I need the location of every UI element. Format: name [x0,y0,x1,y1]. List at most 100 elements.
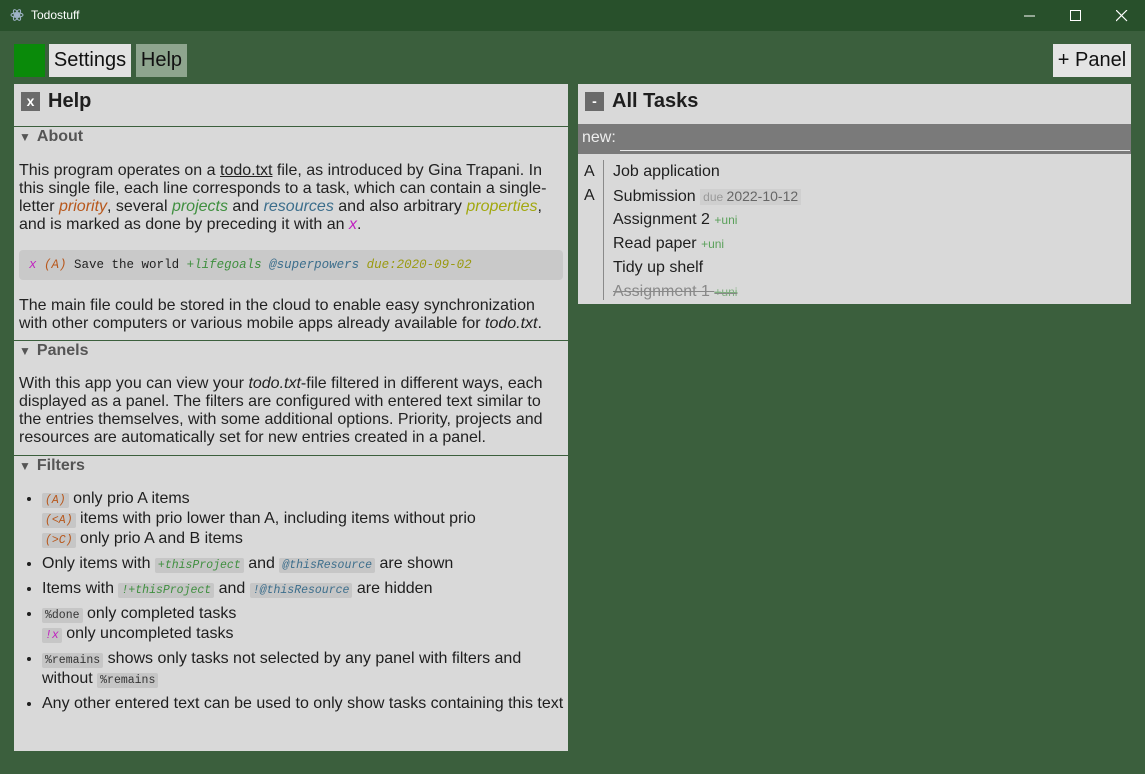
todo-txt-term: todo.txt [485,315,538,332]
minimize-button[interactable] [1007,0,1053,31]
about-heading: About [36,128,84,145]
filter-text: only uncompleted tasks [61,625,234,642]
task-row[interactable]: Assignment 2 +uni [578,208,1131,232]
projects-term: projects [171,198,228,215]
text: This program operates on a [19,162,220,179]
filter-text: are shown [375,555,454,572]
filter-code: (<A) [42,513,76,528]
settings-button[interactable]: Settings [49,44,131,77]
filter-text: only prio A items [68,490,190,507]
properties-term: properties [466,198,538,215]
filter-item-remains: %remains shows only tasks not selected b… [42,650,568,690]
example-done: x [29,258,37,272]
example-project: +lifegoals [186,258,262,272]
close-button[interactable] [1099,0,1145,31]
new-task-label: new: [582,129,616,146]
task-text[interactable]: Job application [613,160,720,184]
collapse-triangle-icon: ▼ [19,459,31,473]
panels-paragraph: With this app you can view your todo.txt… [19,375,563,447]
due-badge: due 2022-10-12 [700,188,802,205]
all-tasks-panel: - All Tasks new: A Job application A Sub… [578,84,1131,304]
panels-section-toggle[interactable]: ▼ Panels [14,341,568,362]
priority-term: priority [59,198,108,215]
maximize-button[interactable] [1053,0,1099,31]
text: and also arbitrary [333,198,467,215]
collapse-panel-button[interactable]: - [585,92,604,111]
text: and [227,198,264,215]
task-text: Submission [613,188,696,205]
filters-list: (A) only prio A items (<A) items with pr… [14,490,568,713]
collapse-triangle-icon: ▼ [19,344,31,358]
text: With this app you can view your [19,375,249,392]
text: . [537,315,542,332]
resources-term: resources [263,198,334,215]
task-text: Assignment 2 [613,211,710,228]
todo-txt-term: todo.txt [248,375,301,392]
filter-item-done: %done only completed tasks !x only uncom… [42,605,568,645]
filter-text: and [214,580,250,597]
task-priority: A [584,187,595,204]
new-task-row: new: [578,124,1131,154]
tasks-panel-header: - All Tasks [578,84,1131,126]
task-priority: A [584,163,595,180]
panels-body: With this app you can view your todo.txt… [14,362,568,455]
filter-text: are hidden [352,580,433,597]
task-text-wrap[interactable]: Read paper +uni [613,232,724,256]
help-button[interactable]: Help [136,44,187,77]
add-panel-button[interactable]: + Panel [1053,44,1131,77]
due-label: due [703,190,724,204]
help-panel: x Help ▼ About This program operates on a… [14,84,568,751]
filter-item-priority: (A) only prio A items (<A) items with pr… [42,490,568,550]
help-panel-header: x Help [14,84,568,127]
filter-code: !+thisProject [118,583,215,598]
window-title: Todostuff [31,8,80,22]
task-row[interactable]: A Job application [578,160,1131,184]
task-text-wrap[interactable]: Assignment 1 +uni [613,280,737,304]
filter-text: Any other entered text can be used to on… [42,695,564,712]
title-bar: Todostuff [0,0,1145,31]
filter-code: (>C) [42,533,76,548]
task-text-wrap[interactable]: Submission due 2022-10-12 [613,184,802,209]
about-paragraph-2: The main file could be stored in the clo… [19,297,563,333]
filter-item-shown: Only items with +thisProject and @thisRe… [42,555,568,575]
project-tag: +uni [714,285,738,299]
text: . [356,216,362,233]
filter-code: %done [42,608,83,623]
text: , several [107,198,172,215]
example-resource: @superpowers [269,258,360,272]
filter-code: %remains [97,673,159,688]
filter-item-text: Any other entered text can be used to on… [42,695,568,713]
filters-heading: Filters [36,457,85,474]
filter-text: only prio A and B items [75,530,243,547]
minimize-icon [1024,15,1035,17]
text: The main file could be stored in the clo… [19,297,535,332]
new-task-input[interactable] [620,126,1130,151]
filter-code: @thisResource [279,558,376,573]
example-text: Save the world [66,258,187,272]
filter-code: !x [42,628,62,643]
due-date: 2022-10-12 [726,188,799,204]
filter-text: items with prio lower than A, including … [75,510,476,527]
task-text-wrap[interactable]: Assignment 2 +uni [613,208,737,232]
panel-title: All Tasks [612,90,699,112]
filters-body: (A) only prio A items (<A) items with pr… [14,477,568,713]
filter-code: +thisProject [154,558,244,573]
task-text[interactable]: Tidy up shelf [613,256,703,280]
close-panel-button[interactable]: x [21,92,40,111]
todo-txt-link[interactable]: todo.txt [220,162,272,179]
status-color-button[interactable] [14,44,45,77]
task-row[interactable]: Tidy up shelf [578,256,1131,280]
task-row[interactable]: Read paper +uni [578,232,1131,256]
about-body-2: The main file could be stored in the clo… [14,280,568,340]
filters-section-toggle[interactable]: ▼ Filters [14,456,568,477]
task-row[interactable]: A Submission due 2022-10-12 [578,184,1131,208]
task-row-done[interactable]: Assignment 1 +uni [578,280,1131,304]
project-tag: +uni [701,237,725,251]
about-section-toggle[interactable]: ▼ About [14,127,568,148]
panels-heading: Panels [36,342,89,359]
task-text: Read paper [613,235,697,252]
maximize-icon [1070,10,1081,21]
filter-item-hidden: Items with !+thisProject and !@thisResou… [42,580,568,600]
done-x-term: x [348,216,357,233]
filter-code: %remains [42,653,104,668]
